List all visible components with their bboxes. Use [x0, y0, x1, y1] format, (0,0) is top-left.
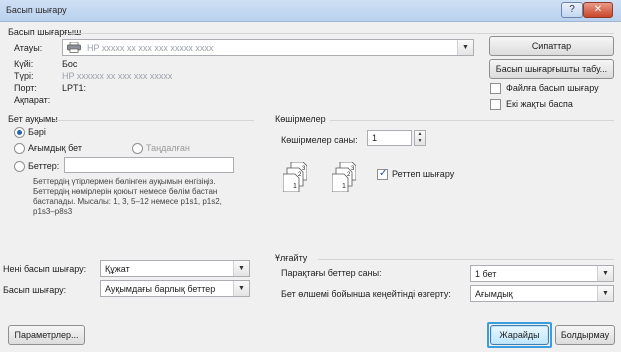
properties-button[interactable]: Сипаттар: [489, 36, 614, 56]
printer-name-label: Атауы:: [14, 43, 43, 53]
printer-group-label: Басып шығарғыш: [8, 27, 82, 37]
printer-name-value: HP xxxxx xx xxx xxx xxxxx xxxx: [87, 43, 214, 53]
manual-duplex-label: Екі жақты баспа: [506, 99, 573, 109]
page-range-hint-3: бастапады. Мысалы: 1, 3, 5–12 немесе p1s…: [33, 197, 222, 206]
print-what-label: Нені басып шығару:: [3, 264, 87, 274]
pages-per-sheet-select[interactable]: 1 бет ▼: [470, 265, 614, 282]
page-range-group-label: Бет ауқымы: [8, 114, 58, 124]
selection-radio: [132, 143, 143, 154]
copies-divider: [330, 120, 614, 121]
collate-page-num: 2: [298, 172, 302, 178]
current-page-label: Ағымдық бет: [28, 143, 82, 153]
collate-page-num: 2: [347, 172, 351, 178]
zoom-group-label: Ұлғайту: [275, 253, 308, 263]
window-title: Басып шығару: [6, 5, 67, 15]
chevron-down-icon[interactable]: ▼: [597, 266, 613, 281]
pages-label: Беттер:: [28, 161, 60, 171]
print-what-select[interactable]: Құжат ▼: [100, 260, 250, 277]
collate-page-num: 1: [293, 183, 297, 190]
page-range-divider: [54, 120, 254, 121]
copies-count-input[interactable]: 1: [367, 130, 412, 146]
collate-page-num: 1: [342, 183, 346, 190]
all-pages-label: Бәрі: [28, 127, 46, 137]
port-value: LPT1:: [62, 83, 87, 93]
status-label: Күйі:: [14, 59, 34, 69]
zoom-divider: [318, 259, 614, 260]
comment-label: Ақпарат:: [14, 95, 51, 105]
all-pages-radio[interactable]: [14, 127, 25, 138]
print-to-file-label: Файлға басып шығару: [506, 83, 599, 93]
pages-input[interactable]: [64, 157, 234, 173]
selection-label: Таңдалған: [146, 143, 190, 153]
print-what-value: Құжат: [105, 264, 130, 274]
title-bar: Басып шығару ? ✕: [0, 0, 621, 22]
type-label: Түрі:: [14, 71, 34, 81]
close-button[interactable]: ✕: [583, 2, 613, 18]
cancel-button[interactable]: Болдырмау: [555, 325, 615, 345]
help-button[interactable]: ?: [561, 2, 583, 18]
pages-per-sheet-label: Парақтағы беттер саны:: [281, 268, 382, 278]
scale-to-paper-label: Бет өлшемі бойынша кеңейтінді өзгерту:: [281, 289, 451, 299]
print-to-file-checkbox[interactable]: [490, 83, 501, 94]
options-button[interactable]: Параметрлер...: [8, 325, 85, 345]
manual-duplex-checkbox[interactable]: [490, 99, 501, 110]
copies-spinner[interactable]: ▲ ▼: [414, 130, 426, 146]
type-value: HP xxxxxx xx xxx xxx xxxxx: [62, 71, 173, 81]
scale-to-paper-select[interactable]: Ағымдық ▼: [470, 285, 614, 302]
printer-icon: [67, 41, 81, 53]
page-range-hint-4: p1s3–p8s3: [33, 207, 73, 216]
current-page-radio[interactable]: [14, 143, 25, 154]
chevron-down-icon[interactable]: ▼: [597, 286, 613, 301]
print-mode-label: Басып шығару:: [3, 285, 67, 295]
printer-name-select[interactable]: HP xxxxx xx xxx xxx xxxxx xxxx ▼: [62, 39, 474, 56]
copies-group-label: Көшірмелер: [275, 114, 326, 124]
print-mode-select[interactable]: Ауқымдағы барлық беттер ▼: [100, 280, 250, 297]
print-mode-value: Ауқымдағы барлық беттер: [105, 284, 216, 294]
printer-group-divider: [66, 33, 614, 34]
page-range-hint-1: Беттердің үтірлермен бөлінген ауқымын ен…: [33, 177, 216, 186]
pages-per-sheet-value: 1 бет: [475, 269, 497, 279]
copies-count-value: 1: [372, 133, 378, 143]
collate-label: Реттеп шығару: [392, 169, 455, 179]
collate-checkbox[interactable]: [377, 168, 388, 180]
chevron-down-icon[interactable]: ▼: [457, 40, 473, 55]
chevron-down-icon[interactable]: ▼: [233, 281, 249, 296]
page-range-hint-2: Беттердің нөмірлерін қоюыт немесе бөлім …: [33, 187, 218, 196]
collate-page-num: 3: [351, 166, 355, 172]
port-label: Порт:: [14, 83, 37, 93]
scale-to-paper-value: Ағымдық: [475, 289, 513, 299]
find-printer-button[interactable]: Басып шығарғышты табу...: [489, 59, 614, 79]
copies-count-label: Көшірмелер саны:: [281, 135, 358, 145]
collate-page-num: 3: [302, 166, 306, 172]
ok-button[interactable]: Жарайды: [490, 325, 549, 345]
status-value: Бос: [62, 59, 78, 69]
pages-radio[interactable]: [14, 161, 25, 172]
chevron-down-icon[interactable]: ▼: [233, 261, 249, 276]
